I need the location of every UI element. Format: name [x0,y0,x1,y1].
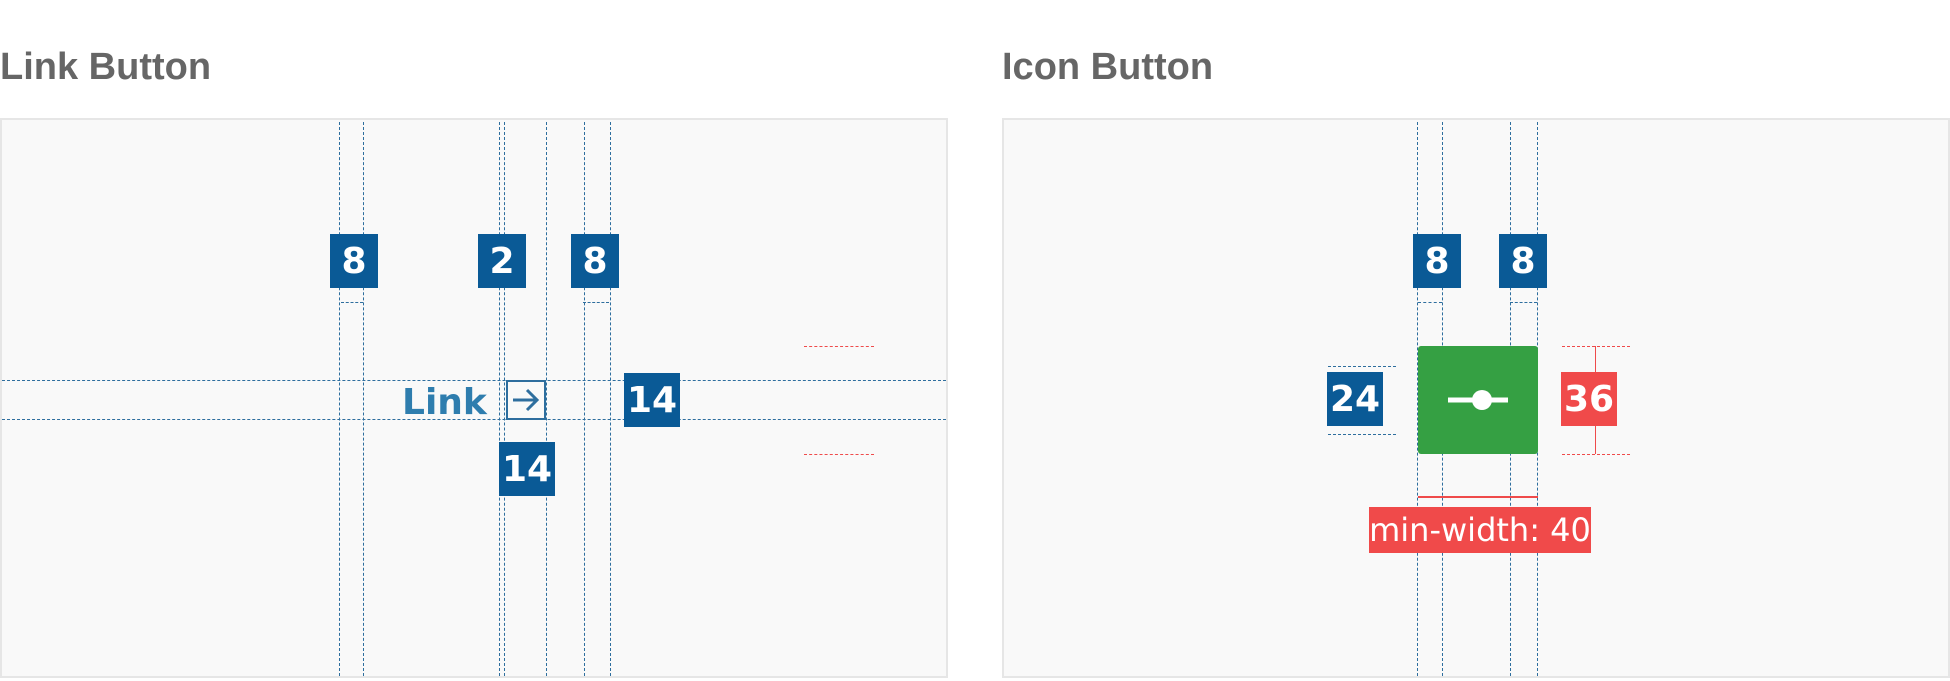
arrow-right-icon [513,388,540,412]
icon-button-section-title: Icon Button [1002,46,1214,88]
right-padding-badge: 8 [1499,234,1547,288]
spacing-tick [583,302,609,303]
link-button-section-title: Link Button [0,46,212,88]
icon-button[interactable] [1418,346,1538,454]
slider-icon [1448,390,1508,410]
height-guide-line [1562,346,1630,347]
icon-size-tick [1328,434,1396,435]
link-button-label[interactable]: Link [402,383,487,423]
spacing-tick [1510,302,1537,303]
guide-line [499,122,500,676]
icon-button-diagram-panel: 8 8 24 36 min-width: 40 [1002,118,1950,678]
guide-line [610,122,611,676]
icon-size-tick [1328,366,1396,367]
height-badge: 36 [1561,372,1617,426]
min-width-measure-line [1418,496,1538,498]
icon-size-badge: 14 [499,442,555,496]
link-button-diagram-panel: 8 2 8 14 14 Link [0,118,948,678]
icon-size-badge: 24 [1327,372,1383,426]
left-padding-badge: 8 [330,234,378,288]
guide-line [339,122,340,676]
guide-line [546,122,547,676]
guide-line [504,122,505,676]
guide-line [584,122,585,676]
height-guide-line [804,346,874,347]
guide-line [363,122,364,676]
height-guide-line [804,454,874,455]
min-width-label: min-width: 40 [1369,507,1591,553]
height-guide-line [1562,454,1630,455]
left-padding-badge: 8 [1413,234,1461,288]
height-badge: 14 [624,373,680,427]
spacing-tick [341,302,363,303]
guide-line [2,380,946,381]
spacing-tick [1418,302,1442,303]
link-arrow-box[interactable] [506,380,546,420]
gap-badge: 2 [478,234,526,288]
right-padding-badge: 8 [571,234,619,288]
